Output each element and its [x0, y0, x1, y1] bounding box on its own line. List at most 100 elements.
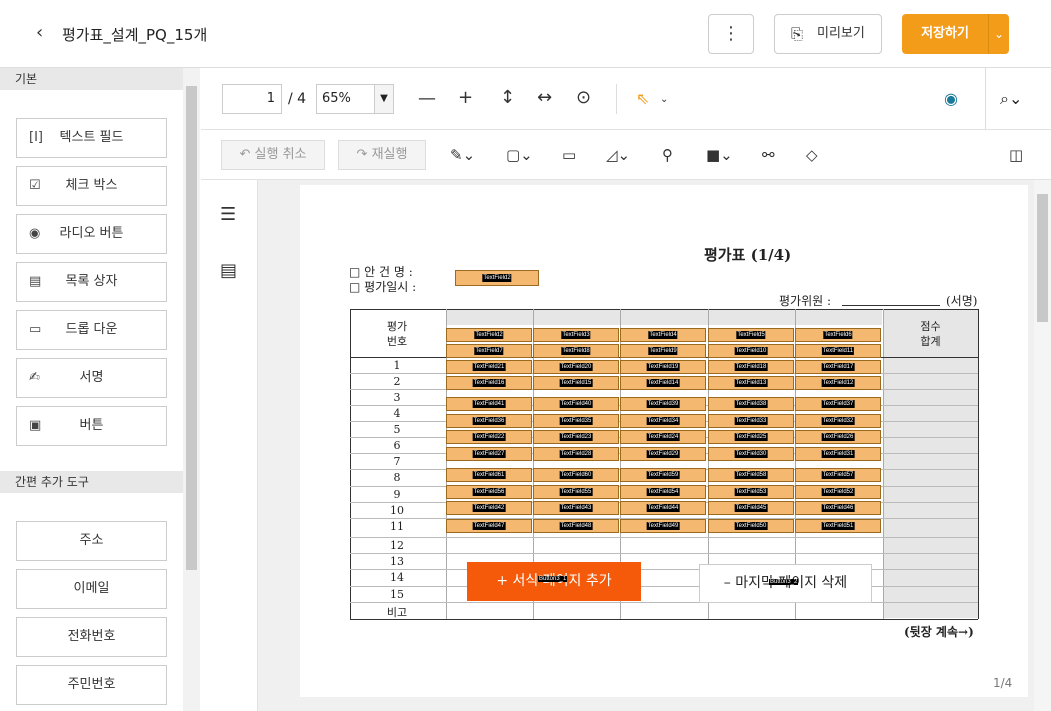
text-field[interactable]: TextField11 — [795, 344, 881, 358]
text-field[interactable]: TextField53 — [708, 485, 794, 499]
text-field[interactable]: TextField17 — [795, 360, 881, 374]
search-icon[interactable]: ⌕⌄ — [1000, 89, 1022, 109]
highlight-icon[interactable]: ◿⌄ — [606, 146, 630, 164]
form-view-icon[interactable]: ▤ — [220, 261, 237, 281]
text-field[interactable]: TextField49 — [620, 519, 706, 533]
text-field[interactable]: TextField54 — [620, 485, 706, 499]
text-field[interactable]: TextField19 — [620, 360, 706, 374]
text-field[interactable]: TextField33 — [708, 414, 794, 428]
text-field[interactable]: TextField32 — [795, 414, 881, 428]
text-field[interactable]: TextField26 — [795, 430, 881, 444]
text-field[interactable]: TextField21 — [446, 360, 532, 374]
back-icon[interactable]: ‹ — [36, 22, 43, 43]
text-field[interactable]: TextField38 — [708, 397, 794, 411]
text-field[interactable]: TextField41 — [446, 397, 532, 411]
page-number-input[interactable]: 1 — [222, 84, 282, 114]
more-options-button[interactable]: ⋮ — [708, 14, 754, 54]
text-field[interactable]: TextField52 — [795, 485, 881, 499]
tool-text-field[interactable]: [I] 텍스트 필드 — [16, 118, 167, 158]
tool-radio-button[interactable]: ◉ 라디오 버튼 — [16, 214, 167, 254]
text-field[interactable]: TextField48 — [533, 519, 619, 533]
text-field[interactable]: TextField46 — [795, 501, 881, 515]
text-field[interactable]: TextField22 — [446, 430, 532, 444]
text-field[interactable]: TextField40 — [533, 397, 619, 411]
text-field[interactable]: TextField35 — [533, 414, 619, 428]
text-field[interactable]: TextField28 — [533, 447, 619, 461]
text-field[interactable]: TextField24 — [620, 430, 706, 444]
quick-resident-number[interactable]: 주민번호 — [16, 665, 167, 705]
text-field[interactable]: TextField47 — [446, 519, 532, 533]
text-field[interactable]: TextField9 — [620, 344, 706, 358]
stamp-icon[interactable]: ⚲ — [662, 146, 673, 164]
text-field[interactable]: TextField61 — [446, 468, 532, 482]
text-field[interactable]: TextField3 — [533, 328, 619, 342]
redo-button[interactable]: ↷ 재실행 — [338, 140, 426, 170]
zoom-out-icon[interactable]: — — [418, 89, 436, 109]
text-field[interactable]: TextField29 — [620, 447, 706, 461]
text-field[interactable]: TextField13 — [708, 376, 794, 390]
comment-icon[interactable]: ▭ — [562, 146, 576, 164]
text-field[interactable]: TextField55 — [533, 485, 619, 499]
text-field[interactable]: TextField27 — [446, 447, 532, 461]
chevron-down-icon[interactable]: ⌄ — [660, 90, 668, 110]
text-field[interactable]: TextField43 — [533, 501, 619, 515]
tool-button[interactable]: ▣ 버튼 — [16, 406, 167, 446]
text-field[interactable]: TextField10 — [708, 344, 794, 358]
text-field[interactable]: TextField59 — [620, 468, 706, 482]
text-field[interactable]: TextField37 — [795, 397, 881, 411]
fit-width-icon[interactable]: ↔ — [537, 88, 552, 108]
text-field[interactable]: TextField20 — [533, 360, 619, 374]
text-field[interactable]: TextField18 — [708, 360, 794, 374]
text-field[interactable]: TextField25 — [708, 430, 794, 444]
undo-button[interactable]: ↶ 실행 취소 — [221, 140, 325, 170]
text-field[interactable]: TextField31 — [795, 447, 881, 461]
text-box-icon[interactable]: ▢⌄ — [506, 146, 533, 164]
text-field[interactable]: TextField15 — [533, 376, 619, 390]
tool-checkbox[interactable]: ☑ 체크 박스 — [16, 166, 167, 206]
text-field[interactable]: TextField34 — [620, 414, 706, 428]
text-field[interactable]: TextField2 — [446, 328, 532, 342]
text-field[interactable]: TextField39 — [620, 397, 706, 411]
zoom-in-icon[interactable]: + — [458, 88, 473, 108]
quick-phone[interactable]: 전화번호 — [16, 617, 167, 657]
quick-address[interactable]: 주소 — [16, 521, 167, 561]
text-field[interactable]: TextField50 — [708, 519, 794, 533]
text-color-icon[interactable]: ■⌄ — [706, 146, 733, 164]
chevron-down-icon[interactable]: ▼ — [374, 85, 393, 113]
save-dropdown-icon[interactable]: ⌄ — [988, 14, 1009, 54]
text-field[interactable]: TextField44 — [620, 501, 706, 515]
pen-icon[interactable]: ✎⌄ — [450, 146, 475, 164]
preview-button[interactable]: ⎘ 미리보기 — [774, 14, 882, 54]
text-field[interactable]: TextField57 — [795, 468, 881, 482]
quick-email[interactable]: 이메일 — [16, 569, 167, 609]
text-field[interactable]: TextField42 — [446, 501, 532, 515]
text-field[interactable]: TextField6 — [795, 328, 881, 342]
list-view-icon[interactable]: ☰ — [220, 205, 236, 225]
text-field[interactable]: TextField45 — [708, 501, 794, 515]
more-circle-icon[interactable]: ⊙ — [576, 88, 591, 108]
text-field[interactable]: TextField51 — [795, 519, 881, 533]
text-field[interactable]: TextField58 — [708, 468, 794, 482]
fit-height-icon[interactable]: ↕ — [500, 88, 515, 108]
text-field[interactable]: TextField2 — [455, 270, 539, 286]
panel-toggle-icon[interactable]: ◫ — [1009, 146, 1023, 164]
eye-icon[interactable]: ◉ — [944, 89, 958, 108]
text-field[interactable]: TextField7 — [446, 344, 532, 358]
left-scroll-thumb[interactable] — [186, 86, 197, 570]
text-field[interactable]: TextField5 — [708, 328, 794, 342]
tool-signature[interactable]: ✍ 서명 — [16, 358, 167, 398]
text-field[interactable]: TextField8 — [533, 344, 619, 358]
pointer-icon[interactable]: ⇖ — [636, 89, 649, 109]
text-field[interactable]: TextField30 — [708, 447, 794, 461]
tool-dropdown[interactable]: ▭ 드롭 다운 — [16, 310, 167, 350]
eraser-icon[interactable]: ◇ — [806, 146, 818, 164]
text-field[interactable]: TextField60 — [533, 468, 619, 482]
text-field[interactable]: TextField23 — [533, 430, 619, 444]
text-field[interactable]: TextField56 — [446, 485, 532, 499]
text-field[interactable]: TextField16 — [446, 376, 532, 390]
tool-list-box[interactable]: ▤ 목록 상자 — [16, 262, 167, 302]
text-field[interactable]: TextField4 — [620, 328, 706, 342]
text-field[interactable]: TextField14 — [620, 376, 706, 390]
text-field[interactable]: TextField12 — [795, 376, 881, 390]
save-button[interactable]: 저장하기 — [902, 14, 988, 54]
